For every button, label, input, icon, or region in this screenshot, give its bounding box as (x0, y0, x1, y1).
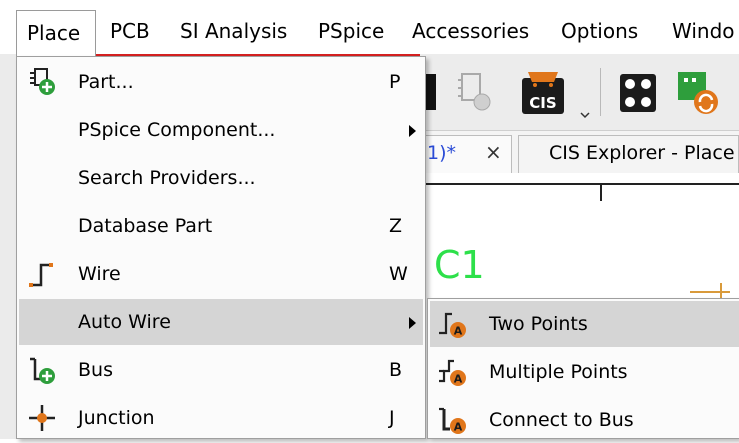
submenu-arrow-icon (409, 317, 416, 329)
menu-item-junction[interactable]: Junction J (19, 395, 423, 441)
cis-icon[interactable]: CIS (518, 68, 568, 122)
tab-cis-explorer-label: CIS Explorer - Place (549, 142, 735, 164)
junction-icon (27, 403, 57, 433)
menu-item-search-providers[interactable]: Search Providers... (19, 155, 423, 201)
pcb-sync-icon[interactable] (676, 68, 724, 122)
menu-item-label: Part... (78, 71, 134, 93)
tab-schematic[interactable]: 1)* × (420, 135, 512, 173)
close-tab-icon[interactable]: × (485, 140, 502, 164)
menu-item-auto-wire[interactable]: Auto Wire (19, 299, 423, 345)
menu-item-part[interactable]: Part... P (19, 59, 423, 105)
menu-item-database-part[interactable]: Database Part Z (19, 203, 423, 249)
partial-toolbar-icon[interactable] (424, 70, 438, 118)
svg-text:A: A (454, 421, 463, 434)
svg-text:A: A (454, 325, 463, 338)
menu-options[interactable]: Options (561, 8, 638, 54)
submenu-item-multiple-points[interactable]: A Multiple Points (430, 349, 739, 395)
menu-item-label: Database Part (78, 215, 213, 237)
toolbar: CIS (420, 54, 739, 131)
menu-item-wire[interactable]: Wire W (19, 251, 423, 297)
wire-icon (27, 259, 57, 289)
menu-place[interactable]: Place (16, 10, 96, 57)
place-part-icon (27, 67, 57, 97)
menu-item-label: Search Providers... (78, 167, 256, 189)
menu-item-label: Bus (78, 359, 113, 381)
auto-wire-multiple-points-icon: A (436, 357, 468, 387)
submenu-item-label: Multiple Points (489, 361, 628, 383)
toolbar-separator (600, 68, 601, 116)
menu-item-bus[interactable]: Bus B (19, 347, 423, 393)
menu-bar: Place PCB SI Analysis PSpice Accessories… (0, 8, 739, 57)
schematic-wire (690, 291, 730, 293)
schematic-grid-tick (600, 183, 602, 201)
document-tab-bar: 1)* × CIS Explorer - Place (420, 131, 739, 174)
bus-icon (27, 355, 57, 385)
svg-text:CIS: CIS (529, 94, 556, 112)
auto-wire-connect-bus-icon: A (436, 405, 468, 435)
place-menu-dropdown: Part... P PSpice Component... Search Pro… (16, 56, 426, 439)
submenu-item-two-points[interactable]: A Two Points (430, 301, 739, 347)
menu-si-analysis[interactable]: SI Analysis (180, 8, 287, 54)
menu-item-shortcut: Z (389, 215, 403, 237)
tab-schematic-label: 1)* (427, 142, 457, 164)
svg-text:A: A (454, 373, 463, 386)
menu-item-shortcut: W (389, 263, 408, 285)
dropdown-arrow-icon[interactable] (580, 104, 590, 123)
pcb-footprint-icon[interactable] (616, 68, 660, 122)
menu-item-shortcut: B (389, 359, 403, 381)
menu-pcb[interactable]: PCB (110, 8, 150, 54)
menu-item-shortcut: J (389, 407, 395, 429)
menu-accessories[interactable]: Accessories (412, 8, 529, 54)
submenu-item-label: Connect to Bus (489, 409, 634, 431)
submenu-item-connect-to-bus[interactable]: A Connect to Bus (430, 397, 739, 443)
part-reference-label: C1 (434, 243, 485, 287)
menu-item-label: Wire (78, 263, 121, 285)
schematic-border-line (420, 183, 739, 185)
submenu-item-label: Two Points (489, 313, 588, 335)
tab-cis-explorer[interactable]: CIS Explorer - Place (518, 135, 739, 173)
menu-item-shortcut: P (389, 71, 401, 93)
menu-item-pspice-component[interactable]: PSpice Component... (19, 107, 423, 153)
auto-wire-submenu: A Two Points A Multiple Points A Connect… (427, 298, 739, 439)
disabled-part-icon[interactable] (456, 70, 496, 118)
submenu-arrow-icon (409, 125, 416, 137)
menu-pspice[interactable]: PSpice (318, 8, 384, 54)
menu-window[interactable]: Windo (672, 8, 735, 54)
auto-wire-two-points-icon: A (436, 309, 468, 339)
menu-item-label: PSpice Component... (78, 119, 276, 141)
menu-item-label: Auto Wire (78, 311, 171, 333)
menu-item-label: Junction (78, 407, 155, 429)
